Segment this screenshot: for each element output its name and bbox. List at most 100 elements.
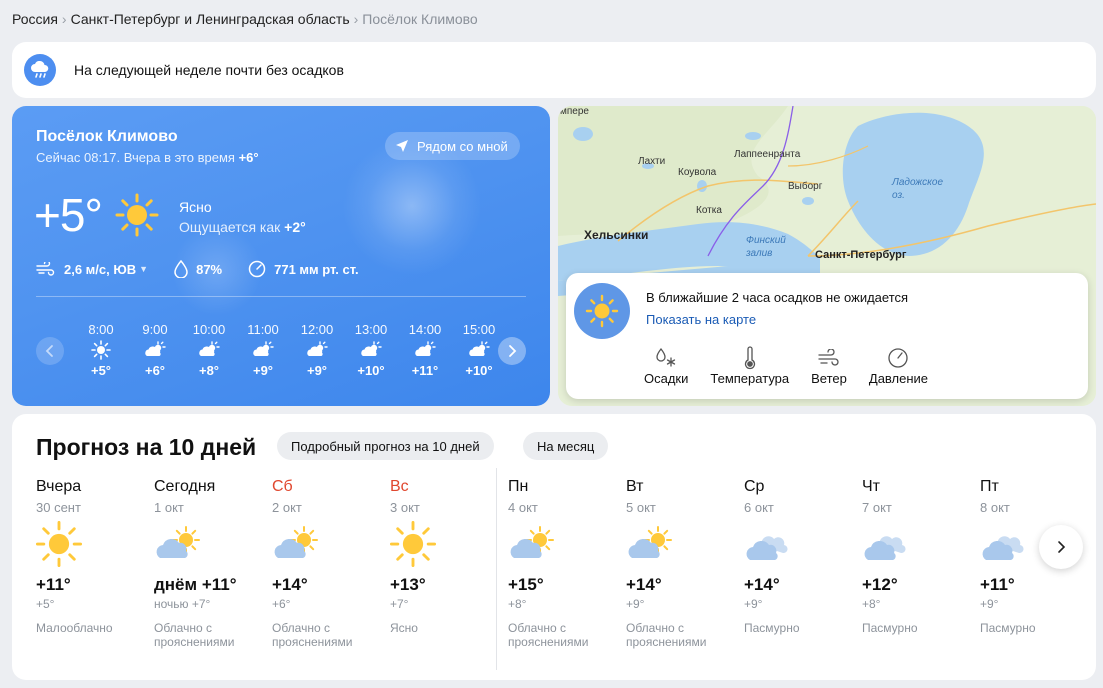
forecast-day[interactable]: Вчера 30 сент +11° +5° Малооблачно bbox=[36, 478, 146, 635]
day-condition: Пасмурно bbox=[744, 621, 854, 635]
day-low-temp: +9° bbox=[980, 597, 999, 611]
day-name: Сб bbox=[272, 478, 293, 495]
day-date: 4 окт bbox=[508, 500, 538, 515]
hour-temp: +9° bbox=[252, 363, 274, 378]
forecast-day[interactable]: Вс 3 окт +13° +7° Ясно bbox=[390, 478, 500, 635]
detailed-forecast-button[interactable]: Подробный прогноз на 10 дней bbox=[277, 432, 494, 460]
day-name: Вчера bbox=[36, 478, 82, 495]
hour-time: 13:00 bbox=[354, 322, 388, 337]
day-condition-line: Пасмурно bbox=[744, 621, 800, 635]
location-arrow-icon bbox=[396, 140, 408, 152]
map-label-helsinki: Хельсинки bbox=[584, 228, 649, 242]
day-high-temp: +14° bbox=[272, 575, 308, 594]
hourly-item[interactable]: 10:00 +8° bbox=[182, 322, 236, 378]
wind-direction-icon: ▼ bbox=[139, 264, 149, 274]
map-label-lahti: Лахти bbox=[638, 156, 666, 167]
hour-time: 10:00 bbox=[192, 322, 226, 337]
breadcrumb: Россия › Санкт-Петербург и Ленинградская о… bbox=[12, 11, 478, 27]
sun-icon bbox=[390, 519, 500, 569]
day-condition: Пасмурно bbox=[980, 621, 1090, 635]
weather-map[interactable]: мпере Лахти Коувола Лаппеенранта Выборг … bbox=[558, 106, 1096, 406]
layer-precipitation[interactable]: Осадки bbox=[644, 345, 688, 386]
day-condition-line: Пасмурно bbox=[980, 621, 1036, 635]
hourly-item[interactable]: 8:00 +5° bbox=[74, 322, 128, 378]
hour-time: 14:00 bbox=[408, 322, 442, 337]
day-condition-line: прояснениями bbox=[626, 635, 707, 649]
precipitation-alert[interactable]: На следующей неделе почти без осадков bbox=[12, 42, 1096, 98]
hour-temp: +5° bbox=[90, 363, 112, 378]
day-condition-line: Облачно с bbox=[272, 621, 330, 635]
day-condition-line: прояснениями bbox=[272, 635, 353, 649]
day-condition-line: Малооблачно bbox=[36, 621, 113, 635]
day-high-temp: днём +11° bbox=[154, 575, 237, 594]
day-name: Пн bbox=[508, 478, 529, 495]
hour-time: 11:00 bbox=[247, 322, 279, 337]
layer-label: Температура bbox=[710, 371, 790, 386]
day-date: 30 сент bbox=[36, 500, 81, 515]
partly-cloudy-icon bbox=[154, 519, 264, 569]
forecast-day[interactable]: Ср 6 окт +14° +9° Пасмурно bbox=[744, 478, 854, 635]
nearby-label: Рядом со мной bbox=[417, 138, 508, 154]
hourly-item[interactable]: 12:00 +9° bbox=[290, 322, 344, 378]
divider bbox=[36, 296, 526, 297]
hour-temp: +6° bbox=[144, 363, 166, 378]
hourly-item[interactable]: 13:00 +10° bbox=[344, 322, 398, 378]
nearby-button[interactable]: Рядом со мной bbox=[385, 132, 520, 160]
forecast-day[interactable]: Сегодня 1 окт днём +11° ночью +7° Облачно с… bbox=[154, 478, 264, 649]
show-on-map-link[interactable]: Показать на карте bbox=[646, 312, 756, 327]
wind-icon bbox=[817, 345, 841, 371]
day-condition: Облачно с прояснениями bbox=[626, 621, 736, 649]
hourly-next-button[interactable] bbox=[498, 337, 526, 365]
day-condition: Облачно с прояснениями bbox=[154, 621, 264, 649]
day-date: 6 окт bbox=[744, 500, 774, 515]
yesterday-temp: +6° bbox=[238, 150, 259, 165]
feels-like-value: +2° bbox=[284, 219, 306, 235]
map-label-ladoga: Ладожское оз. bbox=[892, 177, 944, 201]
wind-value: 2,6 м/с, ЮВ bbox=[64, 261, 137, 277]
day-high-temp: +11° bbox=[980, 575, 1015, 594]
layer-wind[interactable]: Ветер bbox=[811, 345, 847, 386]
breadcrumb-russia[interactable]: Россия bbox=[12, 11, 58, 27]
day-condition: Пасмурно bbox=[862, 621, 972, 635]
forecast-day[interactable]: Сб 2 окт +14° +6° Облачно с прояснениями bbox=[272, 478, 382, 649]
precip-message: В ближайшие 2 часа осадков не ожидается bbox=[646, 290, 909, 305]
hourly-item[interactable]: 14:00 +11° bbox=[398, 322, 452, 378]
hourly-prev-button[interactable] bbox=[36, 337, 64, 365]
day-low-temp: +9° bbox=[626, 597, 645, 611]
pressure-metric: 771 мм рт. ст. bbox=[248, 260, 359, 278]
hour-temp: +11° bbox=[411, 363, 439, 378]
day-low-temp: +6° bbox=[272, 597, 291, 611]
forecast-day[interactable]: Вт 5 окт +14° +9° Облачно с прояснениями bbox=[626, 478, 736, 649]
map-label-vyborg: Выборг bbox=[788, 181, 823, 192]
day-date: 8 окт bbox=[980, 500, 1010, 515]
month-forecast-button[interactable]: На месяц bbox=[523, 432, 609, 460]
day-condition-line: Пасмурно bbox=[862, 621, 918, 635]
forecast-day[interactable]: Чт 7 окт +12° +8° Пасмурно bbox=[862, 478, 972, 635]
feels-like: Ощущается как +2° bbox=[179, 219, 306, 235]
pressure-gauge-icon bbox=[248, 260, 266, 278]
layer-temperature[interactable]: Температура bbox=[710, 345, 789, 386]
day-date: 1 окт bbox=[154, 500, 184, 515]
feels-like-label: Ощущается как bbox=[179, 219, 281, 235]
forecast-next-button[interactable] bbox=[1039, 525, 1083, 569]
wind-metric[interactable]: 2,6 м/с, ЮВ ▼ bbox=[36, 262, 148, 277]
current-temperature: +5° bbox=[34, 189, 103, 241]
chevron-right-icon bbox=[1058, 541, 1066, 553]
precipitation-panel: В ближайшие 2 часа осадков не ожидается … bbox=[566, 273, 1088, 399]
breadcrumb-separator: › bbox=[353, 11, 359, 27]
layer-pressure[interactable]: Давление bbox=[869, 345, 928, 386]
hourly-item[interactable]: 11:00 +9° bbox=[236, 322, 290, 378]
day-name: Пт bbox=[980, 478, 999, 495]
wind-icon bbox=[36, 262, 55, 276]
alert-text: На следующей неделе почти без осадков bbox=[74, 62, 344, 78]
rain-cloud-icon bbox=[24, 54, 56, 86]
breadcrumb-current: Посёлок Климово bbox=[362, 11, 478, 27]
day-condition: Малооблачно bbox=[36, 621, 146, 635]
hour-time: 8:00 bbox=[88, 322, 114, 337]
breadcrumb-region[interactable]: Санкт-Петербург и Ленинградская область bbox=[71, 11, 350, 27]
day-name: Ср bbox=[744, 478, 765, 495]
forecast-day[interactable]: Пн 4 окт +15° +8° Облачно с прояснениями bbox=[508, 478, 618, 649]
hourly-item[interactable]: 9:00 +6° bbox=[128, 322, 182, 378]
partly-cloudy-icon bbox=[128, 337, 182, 363]
overcast-icon bbox=[744, 519, 854, 569]
